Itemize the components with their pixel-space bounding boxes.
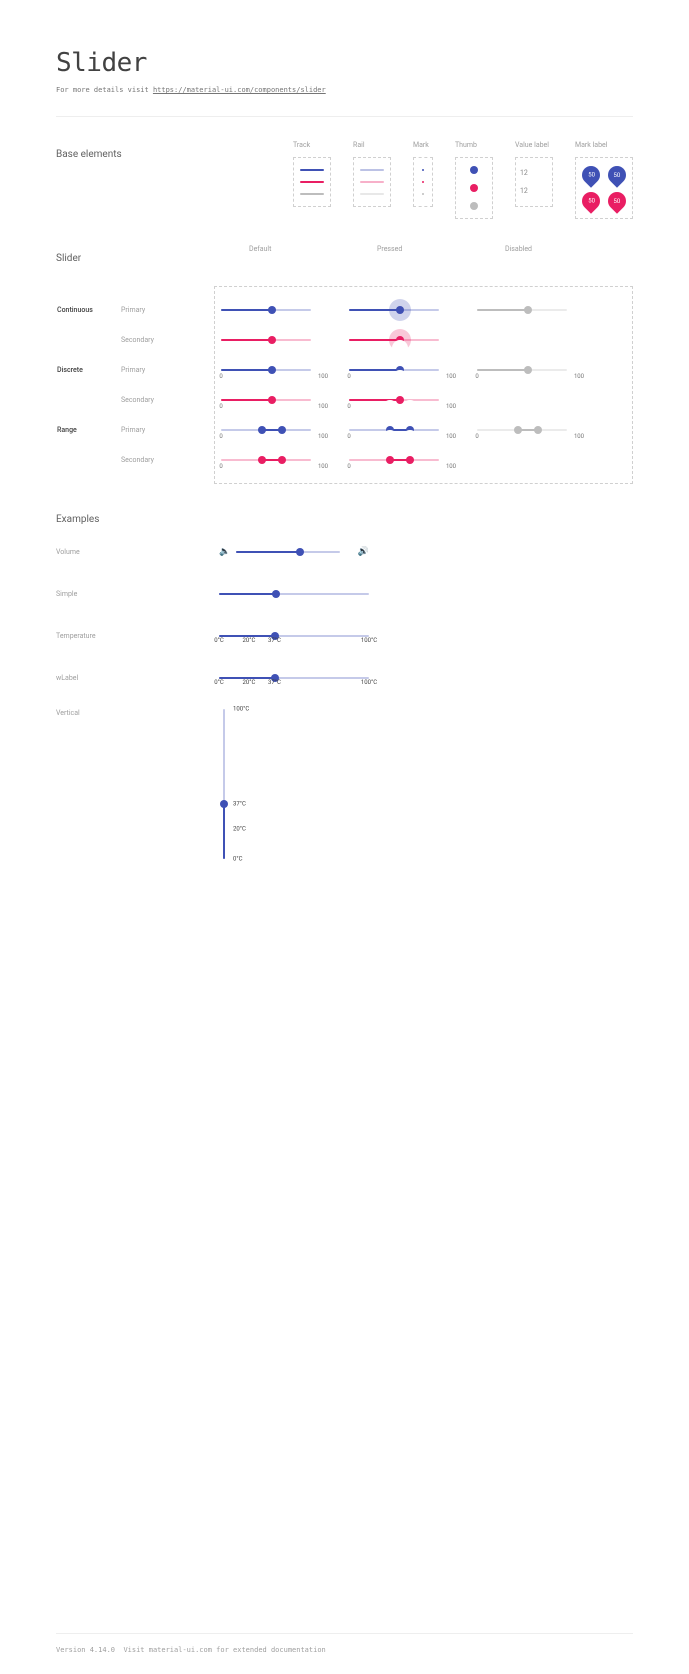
intro-prefix: For more details visit [56, 86, 153, 94]
footer-version: Version 4.14.0 [56, 1646, 115, 1654]
pin-secondary-left: 50 [578, 188, 603, 213]
col-value-label: Value label [515, 141, 549, 149]
volume-up-icon: 🔊 [358, 547, 369, 557]
col-thumb: Thumb [455, 141, 477, 149]
section-base-elements: Base elements [56, 149, 130, 160]
slider-discrete-primary-default[interactable]: 0100 [221, 359, 323, 381]
slider-wlabel[interactable]: 37 0°C 20°C 37°C 100°C [219, 667, 369, 689]
slider-discrete-secondary-default[interactable]: 0100 [221, 389, 323, 411]
slider-continuous-primary-default[interactable] [221, 299, 323, 321]
intro-text: For more details visit https://material-… [56, 86, 633, 94]
volume-down-icon: 🔈 [219, 547, 230, 557]
thumb-secondary [470, 184, 478, 192]
thumb-primary [470, 166, 478, 174]
slider-range-secondary-default[interactable]: 0100 [221, 449, 323, 471]
mark-primary [422, 169, 424, 171]
var-secondary: Secondary [121, 336, 154, 344]
mark-secondary [422, 181, 424, 183]
value-label-samples: 12 12 [515, 157, 553, 207]
rail-primary [360, 169, 384, 171]
rail-secondary [360, 181, 384, 183]
col-track: Track [293, 141, 310, 149]
col-mark-label: Mark label [575, 141, 607, 149]
track-secondary [300, 181, 324, 183]
slider-discrete-disabled: 0100 [477, 359, 579, 381]
slider-continuous-disabled [477, 299, 579, 321]
slider-range-primary-default[interactable]: 0100 [221, 419, 323, 441]
thumb-disabled [470, 202, 478, 210]
mark-label-samples: 50 50 50 50 [575, 157, 633, 219]
mark-samples [413, 157, 433, 207]
rail-disabled [360, 193, 384, 195]
divider [56, 116, 633, 117]
ex-wlabel-label: wLabel [56, 674, 219, 682]
ex-simple-label: Simple [56, 590, 219, 598]
cat-continuous: Continuous [57, 306, 121, 314]
ex-vertical-label: Vertical [56, 709, 219, 717]
col-mark: Mark [413, 141, 429, 149]
thumb-samples [455, 157, 493, 219]
pin-primary-left: 50 [578, 162, 603, 187]
slider-range-disabled: 0100 [477, 419, 579, 441]
slider-continuous-primary-pressed[interactable] [349, 299, 451, 321]
var-primary: Primary [121, 306, 145, 314]
slider-range-primary-pressed[interactable]: 40600100 [349, 419, 451, 441]
docs-link[interactable]: https://material-ui.com/components/slide… [153, 86, 326, 94]
pin-secondary-right: 50 [604, 188, 629, 213]
slider-vertical[interactable]: 0°C 20°C 37°C 100°C [221, 709, 245, 859]
value-label-0: 12 [520, 169, 548, 177]
value-label-1: 12 [520, 187, 548, 195]
track-disabled [300, 193, 324, 195]
slider-volume[interactable] [236, 541, 352, 563]
state-disabled: Disabled [505, 245, 633, 280]
ex-volume-label: Volume [56, 548, 219, 556]
pin-primary-right: 50 [604, 162, 629, 187]
rail-samples [353, 157, 391, 207]
cat-discrete: Discrete [57, 366, 121, 374]
ex-temperature-label: Temperature [56, 632, 219, 640]
slider-discrete-secondary-pressed[interactable]: 500100 [349, 389, 451, 411]
slider-temperature[interactable]: 0°C 20°C 37°C 100°C [219, 625, 369, 647]
state-pressed: Pressed [377, 245, 505, 280]
track-samples [293, 157, 331, 207]
slider-simple[interactable] [219, 583, 369, 605]
section-slider: Slider [56, 253, 86, 264]
slider-continuous-secondary-default[interactable] [221, 329, 323, 351]
page-title: Slider [56, 48, 633, 78]
footer-note: Visit material-ui.com for extended docum… [123, 1646, 325, 1654]
track-primary [300, 169, 324, 171]
mark-disabled [422, 193, 424, 195]
section-examples: Examples [56, 514, 633, 525]
col-rail: Rail [353, 141, 365, 149]
state-default: Default [249, 245, 377, 280]
footer-divider [56, 1633, 633, 1634]
cat-range: Range [57, 426, 121, 434]
slider-range-secondary-pressed[interactable]: 40600100 [349, 449, 451, 471]
